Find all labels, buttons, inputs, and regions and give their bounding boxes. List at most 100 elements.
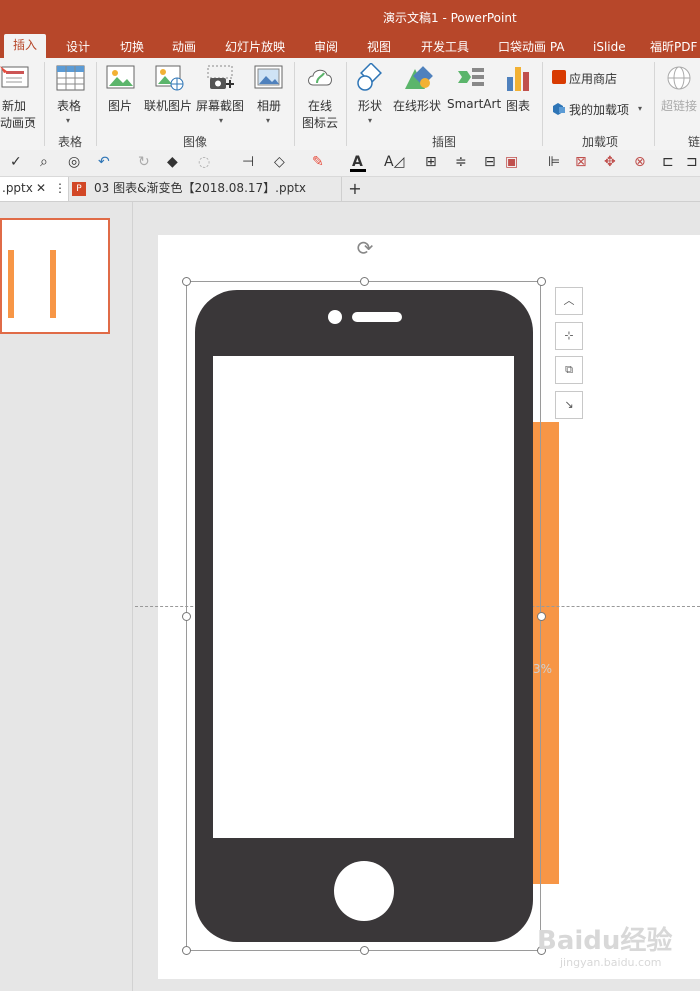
album-button[interactable]: 相册: [257, 97, 281, 114]
fill-color-icon[interactable]: ▣: [505, 154, 518, 170]
online-shape-icon[interactable]: [403, 63, 433, 93]
chevron-down-icon: ▾: [66, 116, 71, 125]
tab-foxit-pdf[interactable]: 福昕PDF: [650, 36, 697, 58]
align-left-icon[interactable]: ⊫: [548, 154, 560, 170]
undo-icon[interactable]: ↶: [98, 154, 110, 170]
group-label-link: 链: [688, 135, 700, 149]
rotate-handle-icon[interactable]: ⟳: [353, 236, 377, 260]
picture-button[interactable]: 图片: [108, 97, 132, 114]
selection-box: [186, 281, 541, 951]
tab-pocket-animation[interactable]: 口袋动画 PA: [498, 36, 565, 58]
resize-handle[interactable]: [537, 612, 546, 621]
tab-developer[interactable]: 开发工具: [421, 36, 469, 58]
store-icon[interactable]: [552, 70, 566, 84]
grid-icon[interactable]: ⊞: [425, 154, 437, 170]
online-picture-icon[interactable]: [155, 64, 185, 92]
paint-icon[interactable]: ◆: [167, 154, 178, 170]
shape-outline-icon[interactable]: ◌: [198, 154, 210, 170]
resize-handle[interactable]: [360, 946, 369, 955]
tab-transitions[interactable]: 切换: [120, 36, 144, 58]
online-picture-button[interactable]: 联机图片: [144, 97, 192, 114]
tab-slideshow[interactable]: 幻灯片放映: [225, 36, 285, 58]
slide-thumbnail[interactable]: [0, 218, 110, 334]
table-icon[interactable]: [56, 64, 86, 92]
screenshot-button[interactable]: 屏幕截图: [196, 97, 244, 114]
new-slide-icon[interactable]: [0, 64, 30, 90]
resize-handle[interactable]: [360, 277, 369, 286]
new-slide-label[interactable]: 新加: [2, 97, 26, 114]
watermark-url: jingyan.baidu.com: [560, 956, 662, 969]
chevron-down-icon: ▾: [30, 117, 35, 126]
text-effect-icon[interactable]: A◿: [384, 154, 404, 170]
align-icon[interactable]: ⊣: [242, 154, 254, 170]
globe-link-icon[interactable]: [664, 63, 694, 93]
tab-insert[interactable]: 插入: [4, 34, 47, 58]
screenshot-icon[interactable]: [206, 64, 236, 92]
online-shape-button[interactable]: 在线形状: [393, 97, 441, 114]
resize-handle[interactable]: [182, 946, 191, 955]
resize-handle[interactable]: [182, 277, 191, 286]
divider: [346, 62, 347, 146]
title-bar: 演示文稿1 - PowerPoint: [0, 0, 700, 32]
addins-icon[interactable]: [552, 101, 566, 115]
align-target-icon[interactable]: ⊹: [555, 322, 583, 350]
online-icon-button-2[interactable]: 图标云: [302, 114, 338, 131]
divider: [44, 62, 45, 146]
doc-tab-active[interactable]: .pptx ✕ ⋮: [0, 177, 69, 201]
resize-handle[interactable]: [182, 612, 191, 621]
picture-icon[interactable]: [106, 64, 136, 92]
layers-icon[interactable]: ⧉: [555, 356, 583, 384]
preview-icon[interactable]: ◎: [68, 154, 80, 170]
font-color-icon[interactable]: A: [352, 154, 363, 170]
group-label-image: 图像: [183, 135, 208, 149]
shape-button[interactable]: 形状: [358, 97, 382, 114]
divider: [542, 62, 543, 146]
more-icon[interactable]: ⊐: [686, 154, 698, 170]
icon-cloud-icon[interactable]: [305, 63, 335, 93]
tab-review[interactable]: 审阅: [314, 36, 338, 58]
chevron-down-icon: ▾: [266, 116, 271, 125]
divider: [294, 62, 295, 146]
more-vertical-icon[interactable]: ⋮: [54, 177, 66, 200]
thumb-bar: [50, 250, 56, 318]
redo-icon[interactable]: ↻: [138, 154, 150, 170]
close-icon[interactable]: ✕: [36, 177, 46, 200]
chevron-up-icon[interactable]: ︿: [555, 287, 583, 315]
shape-icon[interactable]: ◇: [274, 154, 285, 170]
ppt-file-icon: P: [72, 182, 86, 196]
tab-animations[interactable]: 动画: [172, 36, 196, 58]
tab-view[interactable]: 视图: [367, 36, 391, 58]
zoom-icon[interactable]: ⌕: [40, 154, 48, 170]
my-addins-button[interactable]: 我的加载项: [569, 101, 629, 118]
table-button[interactable]: 表格: [57, 97, 81, 114]
chevron-down-icon: ▾: [219, 116, 224, 125]
table-grid-icon[interactable]: ⊠: [575, 154, 587, 170]
resize-handle[interactable]: [537, 277, 546, 286]
divider: [654, 62, 655, 146]
app-store-button[interactable]: 应用商店: [569, 70, 617, 87]
smartart-button[interactable]: SmartArt: [447, 97, 501, 111]
doc-tab-label: .pptx: [2, 181, 33, 195]
resize-arrow-icon[interactable]: ↘: [555, 391, 583, 419]
doc-tab[interactable]: P 03 图表&渐变色【2018.08.17】.pptx: [68, 177, 340, 201]
online-icon-button[interactable]: 在线: [308, 97, 332, 114]
chart-icon[interactable]: [504, 63, 534, 93]
move-icon[interactable]: ✥: [604, 154, 616, 170]
add-tab-icon[interactable]: +: [341, 177, 368, 201]
pen-color-icon[interactable]: ✎: [312, 154, 324, 170]
target-icon[interactable]: ⊗: [634, 154, 646, 170]
album-icon[interactable]: [254, 64, 284, 92]
align-center-icon[interactable]: ⊟: [484, 154, 496, 170]
distribute-icon[interactable]: ≑: [455, 154, 467, 170]
tab-islide[interactable]: iSlide: [593, 36, 626, 58]
thumb-bar: [8, 250, 14, 318]
window-title: 演示文稿1 - PowerPoint: [383, 11, 517, 25]
hyperlink-button[interactable]: 超链接: [661, 97, 697, 114]
shapes-icon[interactable]: [355, 62, 385, 93]
check-icon[interactable]: ✓: [10, 154, 22, 170]
tab-design[interactable]: 设计: [66, 36, 90, 58]
smartart-icon[interactable]: [455, 63, 487, 93]
chart-button[interactable]: 图表: [506, 97, 530, 114]
arrange-icon[interactable]: ⊏: [662, 154, 674, 170]
chevron-down-icon: ▾: [638, 104, 643, 113]
